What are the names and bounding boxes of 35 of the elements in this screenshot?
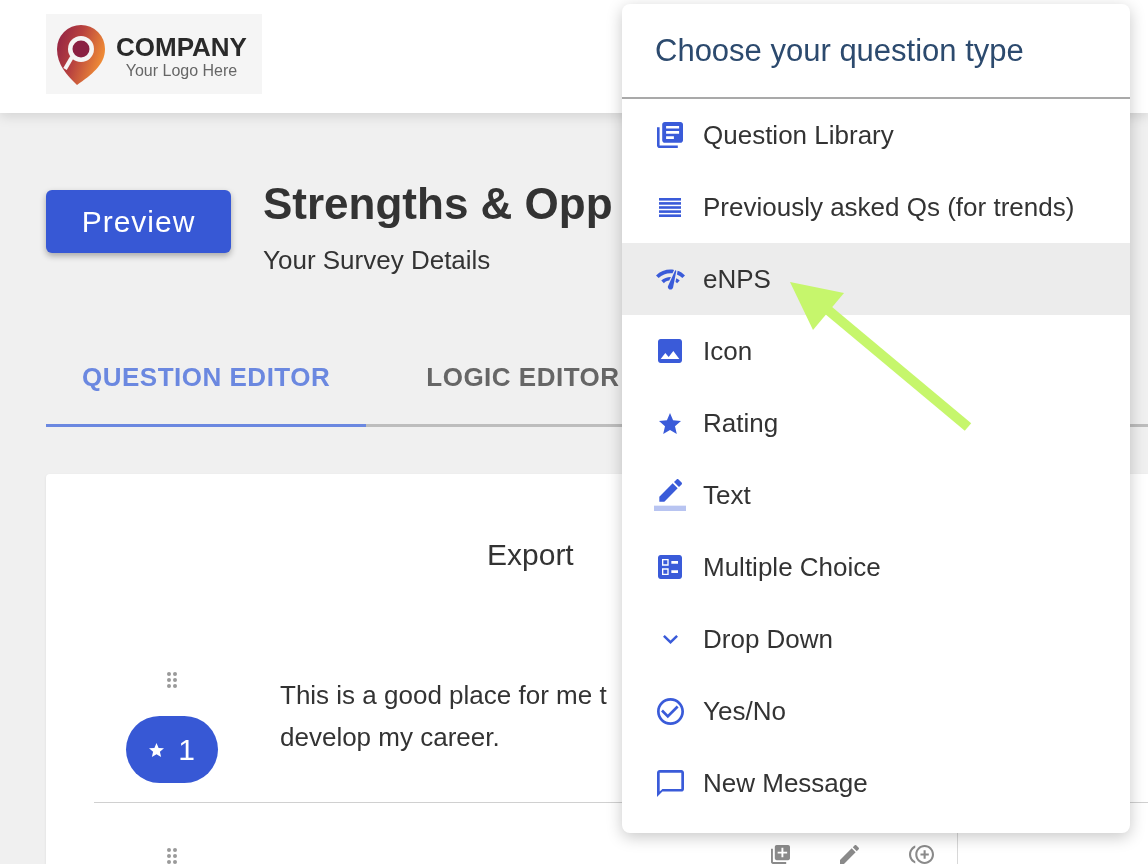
- survey-title: Strengths & Opp: [263, 178, 613, 230]
- preview-button[interactable]: Preview: [46, 190, 231, 253]
- menu-item[interactable]: Rating: [622, 387, 1130, 459]
- menu-item[interactable]: Drop Down: [622, 603, 1130, 675]
- menu-item[interactable]: Icon: [622, 315, 1130, 387]
- checklist-icon: [658, 555, 682, 579]
- question-number: 1: [178, 732, 195, 767]
- add-box-icon[interactable]: [771, 845, 790, 864]
- pencil-icon: [654, 479, 686, 511]
- speed-gauge-icon: [655, 268, 685, 290]
- drag-handle-icon[interactable]: [167, 848, 177, 864]
- chevron-down-icon: [662, 634, 678, 644]
- list-lines-icon: [659, 197, 681, 217]
- star-icon: [659, 412, 681, 434]
- menu-item[interactable]: Multiple Choice: [622, 531, 1130, 603]
- logo-tagline: Your Logo Here: [125, 61, 238, 81]
- image-icon: [658, 339, 682, 363]
- pencil-icon[interactable]: [840, 845, 859, 864]
- star-icon: [149, 742, 165, 757]
- menu-item[interactable]: Text: [622, 459, 1130, 531]
- circle-plus-icon[interactable]: [909, 845, 934, 864]
- speech-bubble-icon: [656, 769, 684, 797]
- menu-item[interactable]: New Message: [622, 747, 1130, 819]
- menu-item[interactable]: Question Library: [622, 99, 1130, 171]
- menu-item[interactable]: Previously asked Qs (for trends): [622, 171, 1130, 243]
- map-pin-icon: [55, 23, 107, 85]
- logo-name: COMPANY: [116, 33, 247, 61]
- drag-handle-icon[interactable]: [167, 672, 177, 688]
- books-icon: [657, 122, 683, 148]
- editor-tab[interactable]: LOGIC EDITOR: [390, 330, 620, 427]
- question-text: This is a good place for me t develop my career.: [280, 679, 607, 754]
- survey-subtitle: Your Survey Details: [263, 244, 491, 276]
- export-button[interactable]: Export: [487, 534, 574, 576]
- menu-item[interactable]: Yes/No: [622, 675, 1130, 747]
- menu-item[interactable]: eNPS: [622, 243, 1130, 315]
